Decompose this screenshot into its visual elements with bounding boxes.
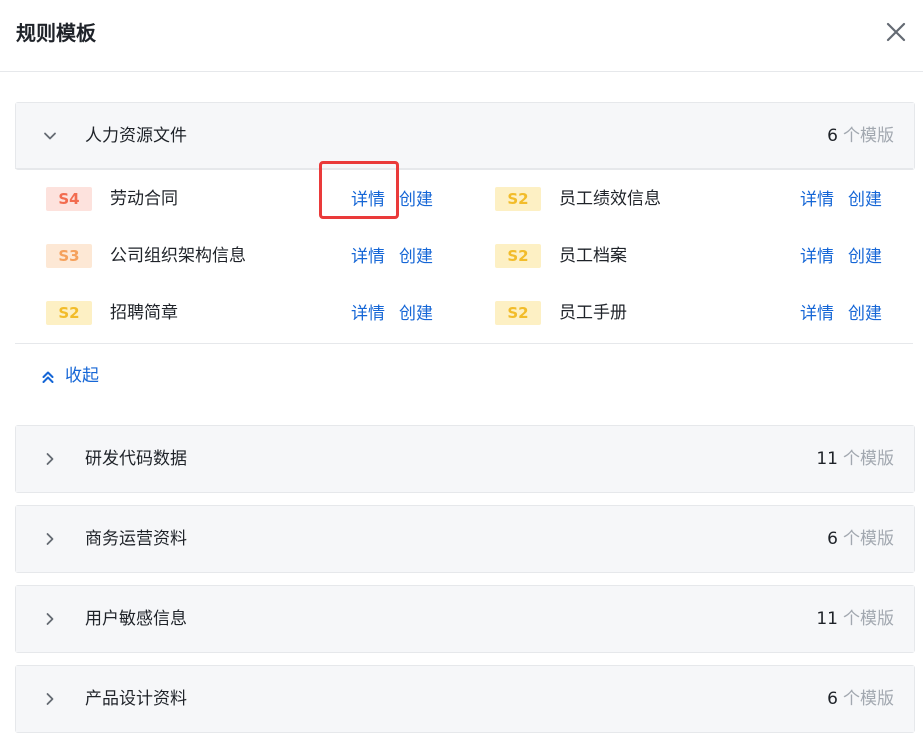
count-unit: 个模版 bbox=[843, 609, 894, 629]
detail-link[interactable]: 详情 bbox=[800, 245, 834, 269]
count-number: 6 bbox=[827, 126, 838, 146]
group-header[interactable]: 商务运营资料 6 个模版 bbox=[16, 506, 914, 572]
level-badge: S4 bbox=[46, 187, 92, 211]
template-group: 商务运营资料 6 个模版 bbox=[15, 505, 915, 573]
chevron-down-icon bbox=[44, 132, 56, 140]
collapse-label: 收起 bbox=[65, 366, 99, 386]
level-badge: S2 bbox=[46, 301, 92, 325]
dialog-title: 规则模板 bbox=[16, 21, 96, 45]
template-group: 用户敏感信息 11 个模版 bbox=[15, 585, 915, 653]
close-icon[interactable] bbox=[885, 21, 907, 43]
level-badge: S2 bbox=[495, 301, 541, 325]
detail-link[interactable]: 详情 bbox=[800, 188, 834, 212]
create-link[interactable]: 创建 bbox=[399, 245, 433, 269]
chevron-right-icon bbox=[46, 453, 54, 465]
template-group-hr: 人力资源文件 6 个模版 S4 劳动合同 详情 创建 S2 员工绩效信息 详情 创… bbox=[15, 102, 915, 325]
collapse-row: 收起 bbox=[15, 343, 913, 411]
group-header[interactable]: 人力资源文件 6 个模版 bbox=[16, 103, 914, 169]
count-unit: 个模版 bbox=[843, 689, 894, 709]
count-number: 6 bbox=[827, 689, 838, 709]
template-name: 员工绩效信息 bbox=[559, 189, 661, 209]
chevron-double-up-icon bbox=[42, 371, 54, 383]
group-count: 6 个模版 bbox=[827, 687, 894, 711]
group-count: 6 个模版 bbox=[827, 124, 894, 148]
create-link[interactable]: 创建 bbox=[399, 302, 433, 326]
template-name: 招聘简章 bbox=[110, 303, 178, 323]
chevron-right-icon bbox=[46, 533, 54, 545]
group-header[interactable]: 用户敏感信息 11 个模版 bbox=[16, 586, 914, 652]
group-name: 产品设计资料 bbox=[85, 689, 187, 709]
create-link[interactable]: 创建 bbox=[848, 302, 882, 326]
group-name: 人力资源文件 bbox=[85, 126, 187, 146]
count-number: 11 bbox=[816, 609, 838, 629]
group-count: 6 个模版 bbox=[827, 527, 894, 551]
create-link[interactable]: 创建 bbox=[848, 188, 882, 212]
template-group: 产品设计资料 6 个模版 bbox=[15, 665, 915, 733]
level-badge: S2 bbox=[495, 244, 541, 268]
count-unit: 个模版 bbox=[843, 449, 894, 469]
create-link[interactable]: 创建 bbox=[399, 188, 433, 212]
detail-link[interactable]: 详情 bbox=[351, 188, 385, 212]
level-badge: S2 bbox=[495, 187, 541, 211]
group-header[interactable]: 研发代码数据 11 个模版 bbox=[16, 426, 914, 492]
level-badge: S3 bbox=[46, 244, 92, 268]
group-name: 用户敏感信息 bbox=[85, 609, 187, 629]
template-name: 公司组织架构信息 bbox=[110, 246, 246, 266]
create-link[interactable]: 创建 bbox=[848, 245, 882, 269]
group-name: 研发代码数据 bbox=[85, 449, 187, 469]
count-unit: 个模版 bbox=[843, 529, 894, 549]
group-name: 商务运营资料 bbox=[85, 529, 187, 549]
count-number: 11 bbox=[816, 449, 838, 469]
chevron-right-icon bbox=[46, 613, 54, 625]
dialog-header: 规则模板 bbox=[0, 0, 923, 72]
count-number: 6 bbox=[827, 529, 838, 549]
detail-link[interactable]: 详情 bbox=[351, 245, 385, 269]
template-name: 员工档案 bbox=[559, 246, 627, 266]
count-unit: 个模版 bbox=[843, 126, 894, 146]
template-name: 员工手册 bbox=[559, 303, 627, 323]
group-count: 11 个模版 bbox=[816, 607, 894, 631]
detail-link[interactable]: 详情 bbox=[800, 302, 834, 326]
group-count: 11 个模版 bbox=[816, 447, 894, 471]
template-name: 劳动合同 bbox=[110, 189, 178, 209]
chevron-right-icon bbox=[46, 693, 54, 705]
template-group: 研发代码数据 11 个模版 bbox=[15, 425, 915, 493]
detail-link[interactable]: 详情 bbox=[351, 302, 385, 326]
group-header[interactable]: 产品设计资料 6 个模版 bbox=[16, 666, 914, 732]
